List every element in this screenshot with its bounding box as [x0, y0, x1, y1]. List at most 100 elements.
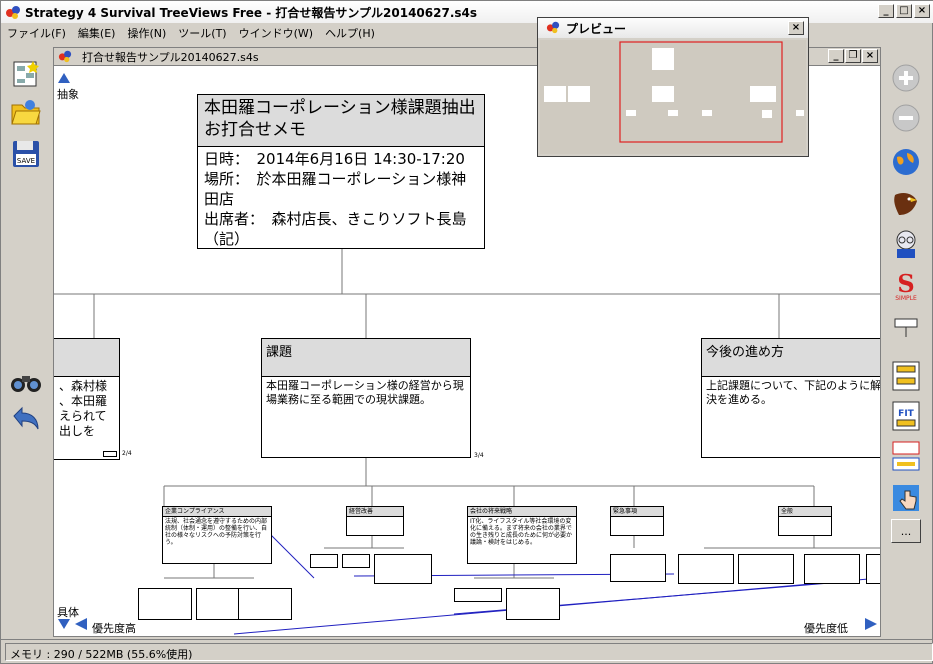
kongo-title: 今後の進め方	[702, 339, 880, 377]
compliance-title: 企業コンプライアンス	[163, 507, 271, 517]
root-body-line: 出席者： 森村店長、きこりソフト長島（記）	[204, 210, 467, 248]
abstract-up-icon[interactable]	[57, 72, 71, 84]
concrete-down-icon[interactable]	[57, 618, 71, 630]
preview-thumbnail	[544, 41, 804, 143]
left-partial-line: 、本田羅	[59, 394, 108, 408]
priority-low-label: 優先度低	[804, 622, 848, 635]
new-file-icon	[13, 61, 39, 87]
leaf-node[interactable]	[342, 554, 370, 568]
priority-high-arrow-icon[interactable]	[74, 617, 88, 631]
eagle-button[interactable]	[889, 187, 923, 221]
status-bar: メモリ : 290 / 522MB (55.6%使用)	[1, 639, 933, 663]
kongo-body: 上記課題について、下記のように解決を進める。	[706, 379, 880, 406]
save-button[interactable]: SAVE	[9, 137, 43, 171]
web-button[interactable]	[889, 145, 923, 179]
leaf-node[interactable]	[138, 588, 192, 620]
fit-button[interactable]: FIT	[889, 399, 923, 433]
leaf-node[interactable]	[238, 588, 292, 620]
compliance-body: 法規、社会通念を遵守するための内部統制（体制・運用）の整備を行い、自社の様々なリ…	[165, 518, 268, 546]
menu-edit[interactable]: 編集(E)	[78, 25, 116, 41]
general-title: 全般	[779, 507, 831, 517]
kadai-page: 3/4	[474, 452, 484, 459]
character-icon	[896, 230, 916, 258]
strategy-node[interactable]: 会社の将来戦略 IT化、ライフスタイル等社会環境の変化に備える。まず将来の会社の…	[467, 506, 577, 564]
preview-title: プレビュー	[566, 21, 627, 36]
fit-icon: FIT	[892, 401, 920, 431]
root-body-line: 場所： 於本田羅コーポレーション様神田店	[204, 170, 467, 208]
abstract-label: 抽象	[57, 88, 79, 101]
menu-help[interactable]: ヘルプ(H)	[325, 25, 375, 41]
touch-hand-icon	[893, 485, 919, 511]
open-folder-button[interactable]	[9, 95, 43, 129]
layout-single-icon	[894, 318, 918, 337]
right-toolbar: S SIMPLE FIT ...	[881, 47, 933, 637]
left-partial-body: 、森村様 、本田羅 えられて 出しを	[54, 377, 119, 441]
binoculars-icon	[11, 376, 41, 392]
plus-circle-icon	[892, 64, 920, 92]
simple-mode-button[interactable]: S SIMPLE	[889, 269, 923, 303]
eagle-icon	[894, 193, 917, 215]
menu-window[interactable]: ウインドウ(W)	[239, 25, 313, 41]
layout-tree-icon	[892, 361, 920, 391]
root-node[interactable]: 本田羅コーポレーション様課題抽出お打合せメモ 日時： 2014年6月16日 14…	[197, 94, 485, 249]
new-file-button[interactable]	[9, 57, 43, 91]
document-logo-icon	[58, 49, 74, 65]
undo-button[interactable]	[9, 403, 43, 437]
leaf-node[interactable]	[310, 554, 338, 568]
zoom-in-button[interactable]	[889, 61, 923, 95]
leaf-node[interactable]	[454, 588, 502, 602]
leaf-node[interactable]	[610, 554, 666, 582]
keiei-node[interactable]: 経営改善	[346, 506, 404, 536]
menu-tools[interactable]: ツール(T)	[178, 25, 226, 41]
memory-status: メモリ : 290 / 522MB (55.6%使用)	[5, 642, 933, 661]
svg-text:SAVE: SAVE	[17, 157, 35, 165]
more-button[interactable]: ...	[891, 519, 921, 543]
preview-canvas[interactable]	[540, 40, 806, 154]
urgent-title: 緊急事項	[611, 507, 663, 517]
kongo-node[interactable]: 今後の進め方 上記課題について、下記のように解決を進める。	[701, 338, 880, 458]
layout-split-button[interactable]	[889, 439, 923, 473]
maximize-button[interactable]: □	[896, 4, 912, 18]
globe-icon	[893, 149, 919, 175]
leaf-node[interactable]	[678, 554, 734, 584]
layout-tree-button[interactable]	[889, 359, 923, 393]
strategy-body: IT化、ライフスタイル等社会環境の変化に備える。まず将来の会社の業界での生き残り…	[470, 518, 573, 546]
expand-more-icon[interactable]	[103, 451, 117, 457]
leaf-node[interactable]	[738, 554, 794, 584]
find-button[interactable]	[9, 365, 43, 399]
character-button[interactable]	[889, 227, 923, 261]
document-title: 打合せ報告サンプル20140627.s4s	[82, 50, 259, 64]
doc-restore-button[interactable]: ❐	[845, 49, 861, 63]
left-partial-node[interactable]: 、森村様 、本田羅 えられて 出しを	[54, 338, 120, 460]
left-partial-line: 、森村様	[59, 379, 108, 393]
kadai-node[interactable]: 課題 本田羅コーポレーション様の経営から現場業務に至る範囲での現状課題。	[261, 338, 471, 458]
minus-circle-icon	[892, 104, 920, 132]
urgent-node[interactable]: 緊急事項	[610, 506, 664, 536]
priority-low-arrow-icon[interactable]	[864, 617, 878, 631]
app-window: Strategy 4 Survival TreeViews Free - 打合せ…	[0, 0, 933, 664]
undo-arrow-icon	[13, 406, 39, 430]
doc-minimize-button[interactable]: _	[828, 49, 844, 63]
minimize-button[interactable]: _	[878, 4, 894, 18]
svg-text:SIMPLE: SIMPLE	[895, 295, 917, 302]
doc-close-button[interactable]: ×	[862, 49, 878, 63]
leaf-node[interactable]	[866, 554, 880, 584]
menu-file[interactable]: ファイル(F)	[7, 25, 66, 41]
leaf-node[interactable]	[374, 554, 432, 584]
compliance-node[interactable]: 企業コンプライアンス 法規、社会通念を遵守するための内部統制（体制・運用）の整備…	[162, 506, 272, 564]
zoom-out-button[interactable]	[889, 101, 923, 135]
folder-open-icon	[11, 100, 41, 125]
preview-logo-icon	[546, 20, 562, 36]
left-partial-line: えられて	[59, 409, 107, 423]
preview-title-bar: プレビュー ×	[538, 18, 808, 38]
leaf-node[interactable]	[506, 588, 560, 620]
touch-mode-button[interactable]	[889, 481, 923, 515]
layout-single-button[interactable]	[889, 311, 923, 345]
priority-high-label: 優先度高	[92, 622, 136, 635]
close-button[interactable]: ×	[914, 4, 930, 18]
menu-operation[interactable]: 操作(N)	[127, 25, 166, 41]
preview-close-button[interactable]: ×	[788, 21, 804, 35]
general-node[interactable]: 全般	[778, 506, 832, 536]
left-partial-page: 2/4	[122, 450, 132, 457]
leaf-node[interactable]	[804, 554, 860, 584]
